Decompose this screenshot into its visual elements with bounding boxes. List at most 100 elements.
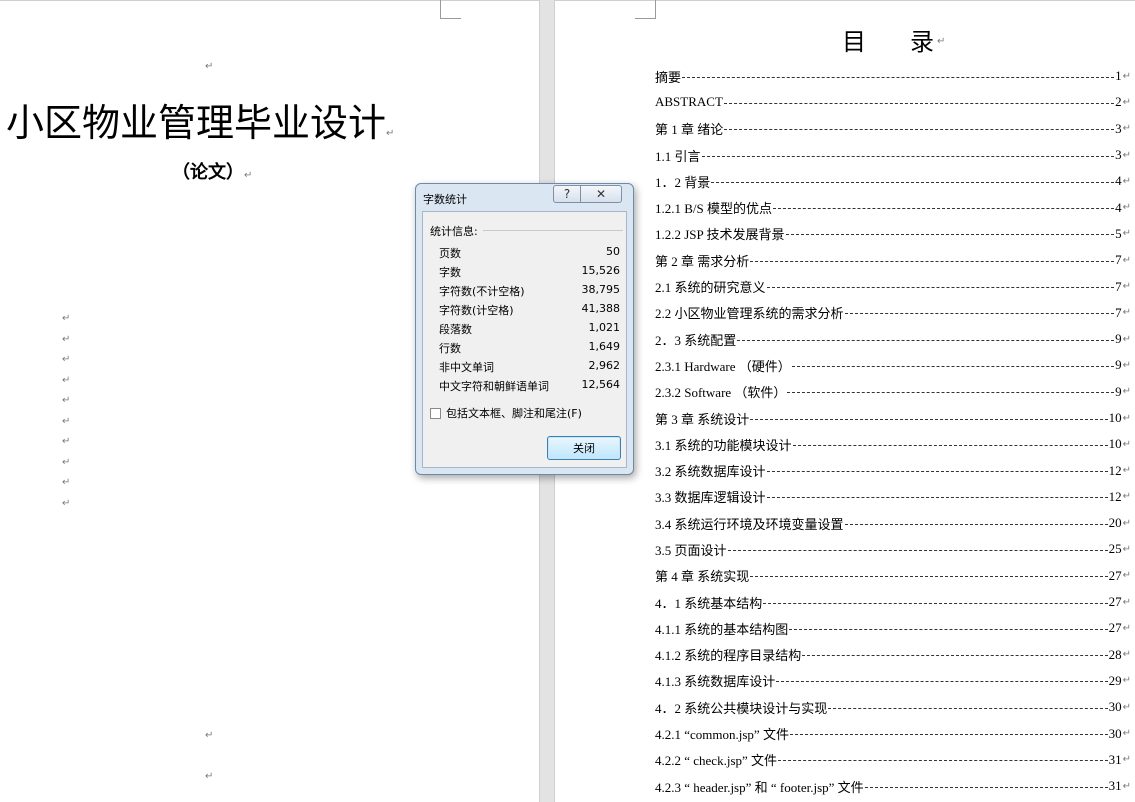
toc-entry[interactable]: 4.2.1 “common.jsp” 文件 30 ↵ <box>655 720 1131 746</box>
toc-entry-label[interactable]: 3.2 系统数据库设计 <box>655 461 766 480</box>
toc-entry-label[interactable]: 4.2.3 “ header.jsp” 和 “ footer.jsp” 文件 <box>655 777 864 796</box>
toc-entry-label[interactable]: 4．2 系统公共模块设计与实现 <box>655 698 827 717</box>
toc-entry[interactable]: 4.1.2 系统的程序目录结构 28 ↵ <box>655 642 1131 668</box>
toc-entry-label[interactable]: 第 4 章 系统实现 <box>655 566 749 585</box>
toc-entry-page[interactable]: 30 <box>1109 699 1122 715</box>
toc-entry-page[interactable]: 3 <box>1115 121 1122 137</box>
dialog-titlebar[interactable]: 字数统计 ? ✕ <box>416 184 633 208</box>
toc-entry-label[interactable]: 3.1 系统的功能模块设计 <box>655 435 792 454</box>
toc-entry[interactable]: 2.1 系统的研究意义 7 ↵ <box>655 273 1131 299</box>
toc-entry[interactable]: 第 2 章 需求分析 7 ↵ <box>655 247 1131 273</box>
toc-entry-page[interactable]: 7 <box>1115 279 1122 295</box>
toc-entry[interactable]: 3.3 数据库逻辑设计 12 ↵ <box>655 484 1131 510</box>
toc-entry-page[interactable]: 9 <box>1115 384 1122 400</box>
toc-entry-label[interactable]: 第 2 章 需求分析 <box>655 251 749 270</box>
toc-entry-page[interactable]: 9 <box>1115 331 1122 347</box>
paragraph-mark: ↵ <box>62 313 71 324</box>
toc-entry-page[interactable]: 20 <box>1109 515 1122 531</box>
toc-heading-text[interactable]: 目录 <box>842 28 978 56</box>
toc-entry[interactable]: 1.2.2 JSP 技术发展背景 5 ↵ <box>655 221 1131 247</box>
toc-entry[interactable]: 3.1 系统的功能模块设计 10 ↵ <box>655 431 1131 457</box>
toc-entry-label[interactable]: 1.1 引言 <box>655 146 701 165</box>
toc-entry-label[interactable]: 4.1.3 系统数据库设计 <box>655 671 775 690</box>
toc-entry-page[interactable]: 10 <box>1109 410 1122 426</box>
toc-entry-page[interactable]: 10 <box>1109 436 1122 452</box>
toc-entry-label[interactable]: 摘要 <box>655 67 681 86</box>
toc-entry-page[interactable]: 29 <box>1109 673 1122 689</box>
toc-entry-label[interactable]: 3.4 系统运行环境及环境变量设置 <box>655 514 844 533</box>
document-title-text[interactable]: 小区物业管理毕业设计 <box>6 101 386 145</box>
toc-entry[interactable]: 4．1 系统基本结构 27 ↵ <box>655 589 1131 615</box>
toc-entry[interactable]: 4.1.3 系统数据库设计 29 ↵ <box>655 668 1131 694</box>
titlebar-close-button[interactable]: ✕ <box>580 185 622 203</box>
help-button[interactable]: ? <box>553 185 581 203</box>
toc-entry-page[interactable]: 12 <box>1109 463 1122 479</box>
toc-entry[interactable]: 1.1 引言 3 ↵ <box>655 142 1131 168</box>
toc-entry-label[interactable]: 4.1.2 系统的程序目录结构 <box>655 645 801 664</box>
toc-entry-label[interactable]: 1.2.2 JSP 技术发展背景 <box>655 224 785 243</box>
toc-entry-label[interactable]: 2.1 系统的研究意义 <box>655 277 766 296</box>
toc-entry-label[interactable]: 2.2 小区物业管理系统的需求分析 <box>655 303 844 322</box>
include-textboxes-option[interactable]: 包括文本框、脚注和尾注(F) <box>430 405 582 421</box>
toc-entry[interactable]: 1.2.1 B/S 模型的优点 4 ↵ <box>655 194 1131 220</box>
toc-entry[interactable]: 第 3 章 系统设计 10 ↵ <box>655 405 1131 431</box>
toc-entry-page[interactable]: 7 <box>1115 305 1122 321</box>
toc-entry-label[interactable]: 2.3.2 Software （软件） <box>655 382 786 401</box>
document-title[interactable]: 小区物业管理毕业设计↵ <box>6 100 394 146</box>
toc-entry[interactable]: 4.2.2 “ check.jsp” 文件 31 ↵ <box>655 747 1131 773</box>
toc-entry-label[interactable]: 第 1 章 绪论 <box>655 119 723 138</box>
toc-entry-label[interactable]: ABSTRACT <box>655 94 723 110</box>
toc-entry[interactable]: 3.4 系统运行环境及环境变量设置 20 ↵ <box>655 510 1131 536</box>
toc-entry-page[interactable]: 1 <box>1115 68 1122 84</box>
document-subtitle[interactable]: （论文）↵ <box>172 158 252 184</box>
toc-entry-page[interactable]: 4 <box>1115 200 1122 216</box>
toc-entry-page[interactable]: 30 <box>1109 726 1122 742</box>
toc-entry-page[interactable]: 12 <box>1109 489 1122 505</box>
toc-entry-page[interactable]: 2 <box>1115 94 1122 110</box>
toc-entry[interactable]: 2.3.1 Hardware （硬件） 9 ↵ <box>655 352 1131 378</box>
include-textboxes-checkbox[interactable] <box>430 407 441 419</box>
toc-entry[interactable]: 3.5 页面设计 25 ↵ <box>655 536 1131 562</box>
stat-label: 字数 <box>439 266 461 279</box>
toc-entry-label[interactable]: 2．3 系统配置 <box>655 330 736 349</box>
toc-entry-page[interactable]: 5 <box>1115 226 1122 242</box>
toc-entry-label[interactable]: 4．1 系统基本结构 <box>655 593 762 612</box>
toc-entry[interactable]: 2.2 小区物业管理系统的需求分析 7 ↵ <box>655 300 1131 326</box>
toc-entry-page[interactable]: 31 <box>1109 778 1122 794</box>
toc-entry-page[interactable]: 7 <box>1115 252 1122 268</box>
toc-entry-page[interactable]: 31 <box>1109 752 1122 768</box>
document-subtitle-text[interactable]: （论文） <box>172 162 244 183</box>
include-textboxes-label[interactable]: 包括文本框、脚注和尾注(F) <box>446 405 582 421</box>
toc-entry[interactable]: 4.1.1 系统的基本结构图 27 ↵ <box>655 615 1131 641</box>
toc-entry[interactable]: 1．2 背景 4 ↵ <box>655 168 1131 194</box>
toc-entry-page[interactable]: 25 <box>1109 541 1122 557</box>
toc-entry-page[interactable]: 3 <box>1115 147 1122 163</box>
toc-entry-label[interactable]: 3.5 页面设计 <box>655 540 727 559</box>
toc-entry-label[interactable]: 4.2.2 “ check.jsp” 文件 <box>655 750 777 769</box>
toc-entry[interactable]: 摘要 1 ↵ <box>655 63 1131 89</box>
toc-entry[interactable]: 第 1 章 绪论 3 ↵ <box>655 116 1131 142</box>
toc-entry-label[interactable]: 1．2 背景 <box>655 172 710 191</box>
toc-entry-label[interactable]: 3.3 数据库逻辑设计 <box>655 487 766 506</box>
toc-entry[interactable]: 4．2 系统公共模块设计与实现 30 ↵ <box>655 694 1131 720</box>
toc-entry-label[interactable]: 4.1.1 系统的基本结构图 <box>655 619 788 638</box>
toc-entry[interactable]: 4.2.3 “ header.jsp” 和 “ footer.jsp” 文件 31… <box>655 773 1131 799</box>
toc-entry-label[interactable]: 4.2.1 “common.jsp” 文件 <box>655 724 789 743</box>
toc-entry-label[interactable]: 第 3 章 系统设计 <box>655 409 749 428</box>
toc-entry-page[interactable]: 27 <box>1109 594 1122 610</box>
close-button[interactable]: 关闭 <box>547 436 621 460</box>
toc-entry-page[interactable]: 28 <box>1109 647 1122 663</box>
toc-heading[interactable]: 目录 <box>842 22 978 57</box>
stat-label: 段落数 <box>439 323 472 336</box>
toc-entry-label[interactable]: 1.2.1 B/S 模型的优点 <box>655 198 772 217</box>
toc-entry[interactable]: ABSTRACT 2 ↵ <box>655 89 1131 115</box>
toc-entry-page[interactable]: 27 <box>1109 568 1122 584</box>
toc-entry[interactable]: 2.3.2 Software （软件） 9 ↵ <box>655 379 1131 405</box>
toc-entry[interactable]: 2．3 系统配置 9 ↵ <box>655 326 1131 352</box>
toc-entry-page[interactable]: 9 <box>1115 357 1122 373</box>
toc-entry-page[interactable]: 4 <box>1115 173 1122 189</box>
toc-entry[interactable]: 第 4 章 系统实现 27 ↵ <box>655 563 1131 589</box>
toc-entry-page[interactable]: 27 <box>1109 620 1122 636</box>
toc-entry[interactable]: 3.2 系统数据库设计 12 ↵ <box>655 457 1131 483</box>
toc-entry-label[interactable]: 2.3.1 Hardware （硬件） <box>655 356 791 375</box>
